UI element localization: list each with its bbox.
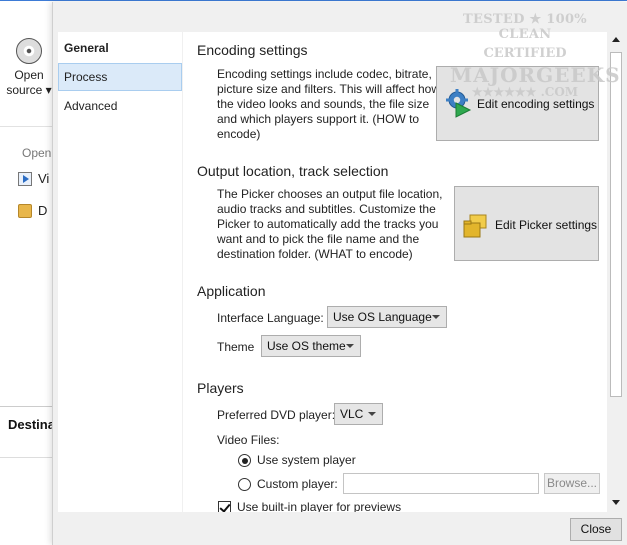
divider [0,406,52,407]
browse-button[interactable]: Browse... [544,473,600,494]
open-source-button[interactable]: Open source ▾ [6,38,52,98]
players-title: Players [197,380,244,396]
use-system-player-label[interactable]: Use system player [257,453,356,467]
destination-label: Destina [8,417,55,432]
close-button[interactable]: Close [570,518,622,541]
custom-player-label[interactable]: Custom player: [257,477,338,491]
nav-item-general[interactable]: General [58,34,182,62]
edit-picker-settings-label: Edit Picker settings [495,218,598,232]
preferred-dvd-player-select[interactable]: VLC [334,403,383,425]
scroll-down-arrow-icon[interactable] [612,500,620,505]
nav-item-process[interactable]: Process [58,63,182,91]
interface-language-value: Use OS Language [333,310,432,324]
preferred-dvd-player-value: VLC [340,407,364,421]
open-dvd-item[interactable]: D [18,203,47,218]
open-video-item[interactable]: Vi [18,171,49,186]
divider [0,457,52,458]
custom-player-path-input[interactable] [343,473,539,494]
process-settings-panel: Encoding settings Encoding settings incl… [183,32,607,512]
chevron-down-icon [346,344,354,348]
edit-picker-settings-button[interactable]: Edit Picker settings [454,186,599,261]
theme-select[interactable]: Use OS theme [261,335,361,357]
video-files-label: Video Files: [217,433,280,447]
vertical-scrollbar[interactable] [608,32,625,512]
nav-item-advanced[interactable]: Advanced [58,92,182,120]
edit-encoding-settings-button[interactable]: Edit encoding settings [436,66,599,141]
output-location-title: Output location, track selection [197,163,389,179]
use-builtin-player-checkbox[interactable] [218,501,231,512]
open-dvd-label: D [38,203,48,218]
encoding-settings-description: Encoding settings include codec, bitrate… [217,67,440,141]
encoding-settings-title: Encoding settings [197,42,308,58]
options-dialog: General Process Advanced Encoding settin… [52,2,627,545]
chevron-down-icon [368,412,376,416]
theme-value: Use OS theme [267,339,346,353]
custom-player-radio[interactable] [238,478,251,491]
video-file-icon [18,171,32,186]
open-source-label-line1: Open [14,68,44,82]
options-nav: General Process Advanced [58,32,182,512]
edit-encoding-settings-label: Edit encoding settings [477,97,595,111]
application-title: Application [197,283,266,299]
open-section-header: Open [22,146,52,160]
divider [0,126,52,127]
gear-play-icon [446,89,472,118]
interface-language-select[interactable]: Use OS Language [327,306,447,328]
folder-icon [18,203,32,218]
scrollbar-thumb[interactable] [610,52,622,397]
scroll-up-arrow-icon[interactable] [612,37,620,42]
use-system-player-radio[interactable] [238,454,251,467]
disc-icon [16,38,42,64]
window-top-border [0,0,627,1]
folders-icon [463,214,487,238]
chevron-down-icon [432,315,440,319]
theme-label: Theme [217,340,255,354]
interface-language-label: Interface Language: [217,311,324,325]
preferred-dvd-player-label: Preferred DVD player: [217,408,336,422]
use-builtin-player-label[interactable]: Use built-in player for previews [237,500,401,512]
open-video-label: Vi [38,171,50,186]
output-location-description: The Picker chooses an output file locati… [217,187,443,261]
open-source-label-line2: source ▾ [6,83,52,97]
